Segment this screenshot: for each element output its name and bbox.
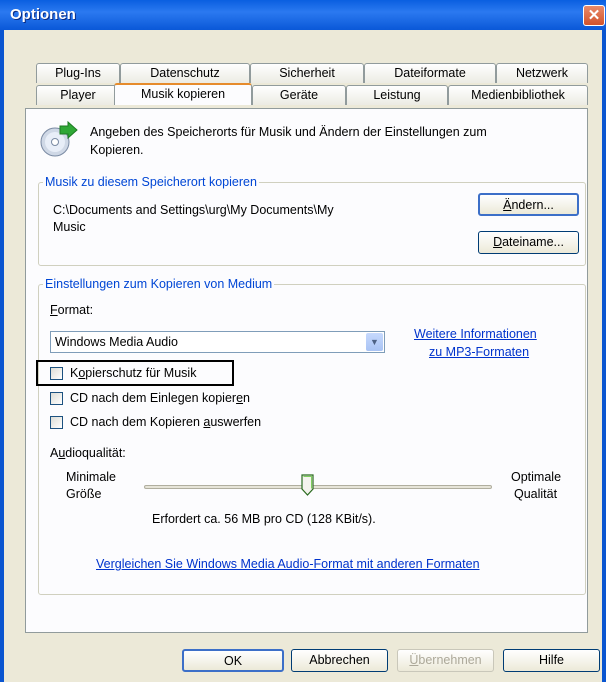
- eject-after-rip-label[interactable]: CD nach dem Kopieren auswerfen: [70, 415, 261, 429]
- copy-protect-checkbox[interactable]: [50, 367, 63, 380]
- tab-medienbibliothek[interactable]: Medienbibliothek: [448, 85, 588, 105]
- tab-player[interactable]: Player: [36, 85, 120, 105]
- more-info-link-line1[interactable]: Weitere Informationen: [414, 327, 537, 341]
- rip-on-insert-checkbox[interactable]: [50, 392, 63, 405]
- intro-text-line2: Kopieren.: [90, 143, 144, 157]
- size-info-text: Erfordert ca. 56 MB pro CD (128 KBit/s).: [152, 512, 376, 526]
- format-accel: F: [50, 303, 58, 317]
- tab-sicherheit[interactable]: Sicherheit: [250, 63, 364, 83]
- intro-text-line1: Angeben des Speicherorts für Musik und Ä…: [90, 125, 487, 139]
- rip-on-insert-label-post: n: [243, 391, 250, 405]
- tab-plug-ins[interactable]: Plug-Ins: [36, 63, 120, 83]
- apply-label: bernehmen: [418, 653, 482, 667]
- eject-after-rip-label-post: uswerfen: [210, 415, 262, 429]
- eject-after-rip-checkbox[interactable]: [50, 416, 63, 429]
- window-title: Optionen: [10, 6, 76, 23]
- window-frame-right: [602, 30, 606, 682]
- slider-thumb-icon: [301, 474, 314, 496]
- tab-geraete[interactable]: Geräte: [252, 85, 346, 105]
- close-button[interactable]: ✕: [583, 5, 605, 26]
- location-path-line2: Music: [53, 220, 86, 234]
- min-size-label-line2: Größe: [66, 487, 102, 501]
- location-group-title: Musik zu diesem Speicherort kopieren: [43, 175, 259, 189]
- audio-quality-label: Audioqualität:: [50, 446, 126, 460]
- tab-datenschutz[interactable]: Datenschutz: [120, 63, 250, 83]
- min-size-label-line1: Minimale: [66, 470, 117, 484]
- more-info-link-line2[interactable]: zu MP3-Formaten: [429, 345, 529, 359]
- eject-after-rip-label-pre: CD nach dem Kopieren: [70, 415, 204, 429]
- format-label: Format:: [50, 303, 93, 317]
- location-path-line1: C:\Documents and Settings\urg\My Documen…: [53, 203, 334, 217]
- title-bar[interactable]: Optionen ✕: [0, 0, 606, 30]
- format-select[interactable]: Windows Media Audio ▼: [50, 331, 385, 353]
- rip-on-insert-label-pre: CD nach dem Einlegen kopier: [70, 391, 237, 405]
- format-select-value: Windows Media Audio: [55, 335, 178, 349]
- quality-slider-thumb[interactable]: [301, 474, 314, 496]
- tab-musik-kopieren[interactable]: Musik kopieren: [114, 83, 252, 105]
- filename-label: ateiname...: [502, 235, 564, 249]
- cancel-button[interactable]: Abbrechen: [291, 649, 388, 672]
- apply-button[interactable]: Übernehmen: [397, 649, 494, 672]
- compare-formats-link[interactable]: Vergleichen Sie Windows Media Audio-Form…: [96, 557, 480, 571]
- cd-rip-icon: [40, 120, 78, 157]
- ok-button[interactable]: OK: [182, 649, 284, 672]
- filename-accel: D: [493, 235, 503, 249]
- max-quality-label-line1: Optimale: [511, 470, 562, 484]
- tab-leistung[interactable]: Leistung: [346, 85, 448, 105]
- copy-protect-label-post: pierschutz für Musik: [85, 366, 197, 380]
- max-quality-label-line2: Qualität: [514, 487, 558, 501]
- help-button[interactable]: Hilfe: [503, 649, 600, 672]
- change-location-button[interactable]: Ändern...: [478, 193, 579, 216]
- format-label-rest: ormat:: [57, 303, 94, 317]
- chevron-down-icon[interactable]: ▼: [366, 333, 383, 351]
- quality-slider-track[interactable]: [144, 485, 492, 489]
- rip-on-insert-label[interactable]: CD nach dem Einlegen kopieren: [70, 391, 250, 405]
- settings-group-title: Einstellungen zum Kopieren von Medium: [43, 277, 275, 291]
- close-icon: ✕: [587, 7, 601, 24]
- tab-netzwerk[interactable]: Netzwerk: [496, 63, 588, 83]
- rip-on-insert-accel: e: [236, 391, 244, 405]
- window-frame-left: [0, 30, 4, 682]
- tab-dateiformate[interactable]: Dateiformate: [364, 63, 496, 83]
- audio-quality-label-post: dioqualität:: [65, 446, 126, 460]
- filename-button[interactable]: Dateiname...: [478, 231, 579, 254]
- change-label: ndern...: [511, 198, 554, 212]
- copy-protect-label[interactable]: Kopierschutz für Musik: [70, 366, 196, 380]
